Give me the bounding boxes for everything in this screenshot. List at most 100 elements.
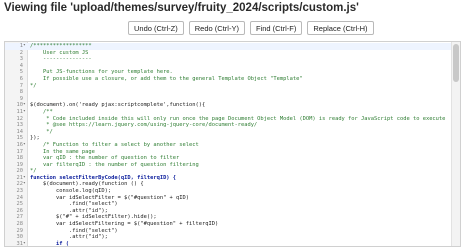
code-line[interactable]: 13 * @see https://learn.jquery.com/using… <box>5 122 451 129</box>
code-text: var qID : the number of question to filt… <box>30 155 180 162</box>
line-number: 3 <box>19 56 23 63</box>
line-number: 15 <box>16 135 24 142</box>
code-line[interactable]: 6 If possible use a closure, or add them… <box>5 76 451 83</box>
fold-toggle-icon[interactable]: ▾ <box>23 181 27 188</box>
line-number: 8 <box>19 89 23 96</box>
code-line[interactable]: 23 console.log(qID); <box>5 188 451 195</box>
code-line[interactable]: 5 Put JS-functions for your template her… <box>5 69 451 76</box>
line-number: 2 <box>19 49 23 56</box>
code-text: If possible use a closure, or add them t… <box>30 75 303 82</box>
fold-toggle-icon[interactable]: ▾ <box>23 241 27 246</box>
line-number: 9 <box>19 95 23 102</box>
code-line[interactable]: 31 ▾ if ( <box>5 240 451 247</box>
editor-toolbar: Undo (Ctrl-Z) Redo (Ctrl-Y) Find (Ctrl-F… <box>128 21 374 35</box>
fold-toggle-icon[interactable]: ▾ <box>23 142 27 149</box>
code-line[interactable]: 2 User custom JS <box>5 50 451 57</box>
line-number: 21 <box>16 174 24 181</box>
code-line[interactable]: 11 ▾ /** <box>5 109 451 116</box>
line-number: 30 <box>16 234 24 241</box>
code-text: }); <box>30 135 40 142</box>
fold-toggle-icon[interactable]: ▾ <box>23 102 27 109</box>
code-line[interactable]: 4 <box>5 63 451 70</box>
fold-toggle-icon[interactable]: ▾ <box>23 175 27 182</box>
code-line[interactable]: 18 var qID : the number of question to f… <box>5 155 451 162</box>
code-line[interactable]: 19 var filterqID : the number of questio… <box>5 162 451 169</box>
code-line[interactable]: 14 */ <box>5 129 451 136</box>
code-line[interactable]: 21 ▾ function selectFilterByCode(qID, filt… <box>5 175 451 182</box>
undo-button[interactable]: Undo (Ctrl-Z) <box>128 21 184 35</box>
line-number: 4 <box>19 62 23 69</box>
line-number: 13 <box>16 122 24 129</box>
line-number: 25 <box>16 201 24 208</box>
vertical-scrollbar[interactable] <box>451 42 460 246</box>
code-line[interactable]: 22 ▾ $(document).ready(function () { <box>5 181 451 188</box>
code-line[interactable]: 15}); <box>5 135 451 142</box>
fold-toggle-icon[interactable]: ▾ <box>23 43 27 50</box>
line-number: 7 <box>19 82 23 89</box>
line-number: 31 <box>16 240 24 247</box>
line-number: 22 <box>16 181 24 188</box>
code-text: * @see https://learn.jquery.com/using-jq… <box>30 122 258 129</box>
line-number: 16 <box>16 141 24 148</box>
code-line[interactable]: 24 var idSelectFilter = $("#question" + … <box>5 195 451 202</box>
code-text: /****************** <box>30 43 92 49</box>
code-text: $(document).ready(function () { <box>30 181 144 188</box>
line-number: 1 <box>19 43 23 49</box>
line-number: 29 <box>16 227 24 234</box>
code-line[interactable]: 27 $("#" + idSelectFilter).hide(); <box>5 214 451 221</box>
line-number: 26 <box>16 207 24 214</box>
line-number: 14 <box>16 128 24 135</box>
code-line[interactable]: 26 .attr("id"); <box>5 208 451 215</box>
line-number: 12 <box>16 115 24 122</box>
line-number: 17 <box>16 148 24 155</box>
line-number: 28 <box>16 221 24 228</box>
code-line[interactable]: 29 .find("select") <box>5 228 451 235</box>
code-text: .find("select") <box>30 227 118 234</box>
find-button[interactable]: Find (Ctrl-F) <box>249 21 303 35</box>
line-number: 11 <box>16 108 24 115</box>
code-area[interactable]: 1 ▾/****************** 2 User custom JS 3 -… <box>5 43 451 246</box>
code-line[interactable]: 30 .attr("id"); <box>5 234 451 241</box>
code-text: --------------- <box>30 56 92 63</box>
code-line[interactable]: 7 */ <box>5 83 451 90</box>
code-line[interactable]: 1 ▾/****************** <box>5 43 451 50</box>
code-line[interactable]: 9 <box>5 96 451 103</box>
line-number: 24 <box>16 194 24 201</box>
code-text: var idSelectFiltering = $("#question" + … <box>30 221 219 228</box>
line-number: 23 <box>16 188 24 195</box>
line-number: 6 <box>19 75 23 82</box>
code-line[interactable]: 8 <box>5 89 451 96</box>
code-text: .attr("id"); <box>30 207 108 214</box>
code-text: console.log(qID); <box>30 188 112 195</box>
code-text: Put JS-functions for your template here. <box>30 69 173 76</box>
code-line[interactable]: 17 In the same page <box>5 149 451 156</box>
code-line[interactable]: 12 * Code included inside this will only… <box>5 116 451 123</box>
code-line[interactable]: 28 var idSelectFiltering = $("#question"… <box>5 221 451 228</box>
line-number: 10 <box>16 102 24 109</box>
code-text: */ <box>30 82 37 89</box>
scrollbar-thumb[interactable] <box>453 44 459 82</box>
fold-toggle-icon[interactable]: ▾ <box>23 109 27 116</box>
code-text: */ <box>30 128 53 135</box>
code-line[interactable]: 3 --------------- <box>5 56 451 63</box>
code-text: $("#" + idSelectFilter).hide(); <box>30 214 157 221</box>
replace-button[interactable]: Replace (Ctrl-H) <box>307 21 374 35</box>
line-number: 27 <box>16 214 24 221</box>
page-title: Viewing file 'upload/themes/survey/fruit… <box>4 2 359 14</box>
code-text: var filterqID : the number of question f… <box>30 161 199 168</box>
code-text: * Code included inside this will only ru… <box>30 115 446 122</box>
code-text: if ( <box>30 240 69 247</box>
redo-button[interactable]: Redo (Ctrl-Y) <box>188 21 245 35</box>
code-line[interactable]: 20 */ <box>5 168 451 175</box>
code-line[interactable]: 10 ▾ $(document).on('ready pjax:scriptcomp… <box>5 102 451 109</box>
code-text: In the same page <box>30 148 95 155</box>
line-number: 19 <box>16 161 24 168</box>
code-editor[interactable]: 1 ▾/****************** 2 User custom JS 3 -… <box>4 41 461 247</box>
code-text: .find("select") <box>30 201 118 208</box>
code-line[interactable]: 16 ▾ /* Function to filter a select by an… <box>5 142 451 149</box>
code-text: var idSelectFilter = $("#question" + qID… <box>30 194 190 201</box>
code-text: /** <box>30 108 53 115</box>
code-text: $(document).on('ready pjax:scriptcomplet… <box>30 102 206 109</box>
code-text: User custom JS <box>30 49 89 56</box>
code-line[interactable]: 25 .find("select") <box>5 201 451 208</box>
